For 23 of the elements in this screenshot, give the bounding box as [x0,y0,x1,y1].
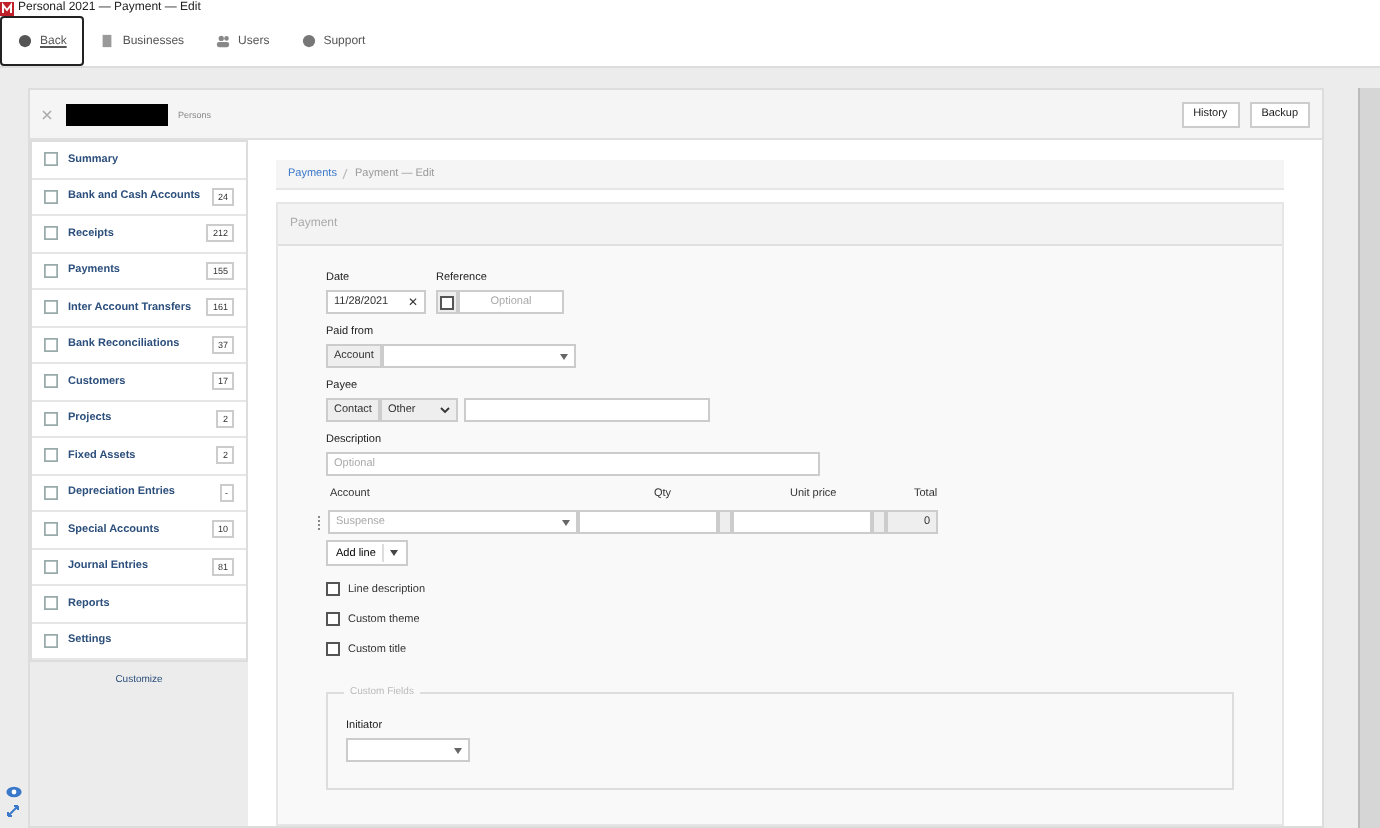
square-icon [44,226,58,241]
caret-icon [389,550,398,556]
eye-icon[interactable] [6,786,22,798]
caret-icon [562,519,570,525]
separator-icon [342,168,349,180]
reference-checkbox[interactable] [440,295,454,309]
chevron-down-icon [439,406,450,414]
unit-price-field[interactable] [732,510,872,534]
initiator-dropdown[interactable] [346,738,470,762]
caret-icon [560,353,568,359]
account-dropdown[interactable] [381,344,576,368]
input-addon [718,510,732,534]
scrollbar[interactable] [1358,88,1380,828]
resize-arrow-icon[interactable] [6,804,20,818]
qty-field[interactable] [578,510,718,534]
users-icon [216,34,231,48]
redaction-bar [66,103,168,125]
input-addon [872,510,886,534]
drag-handle-icon[interactable] [318,515,322,529]
payee-field[interactable] [463,398,710,422]
caret-icon [454,747,462,753]
square-icon [44,263,58,278]
close-icon[interactable] [42,109,52,119]
